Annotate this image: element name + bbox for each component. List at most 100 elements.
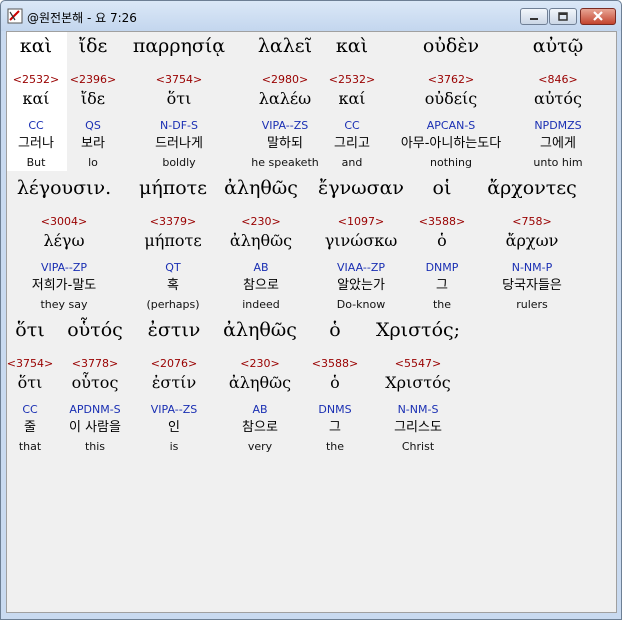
lemma-word: Χριστός — [385, 373, 451, 392]
parsing-code: VIPA--ZS — [150, 403, 198, 416]
greek-word: Χριστός; — [375, 319, 461, 341]
korean-gloss: 혹 — [167, 278, 179, 293]
greek-word: καὶ — [19, 35, 53, 57]
minimize-button[interactable] — [520, 8, 548, 25]
parsing-code: CC — [344, 119, 360, 132]
korean-gloss: 저희가-말도 — [31, 278, 97, 293]
lemma-word: ἄρχων — [505, 231, 559, 250]
lemma-word: καί — [22, 89, 50, 108]
strong-number-link[interactable]: <846> — [538, 74, 577, 85]
strong-number-link[interactable]: <3004> — [41, 216, 87, 227]
parsing-code: QT — [165, 261, 181, 274]
strong-number-link[interactable]: <3754> — [7, 358, 53, 369]
korean-gloss: 인 — [168, 420, 180, 435]
korean-gloss: 그리스도 — [394, 420, 442, 435]
strong-number-link[interactable]: <2076> — [151, 358, 197, 369]
window-title: @원전본해 - 요 7:26 — [27, 11, 137, 25]
strong-number-link[interactable]: <2980> — [262, 74, 308, 85]
greek-word: ἴδε — [78, 35, 108, 57]
english-gloss: boldly — [162, 156, 196, 169]
greek-word: μήποτε — [138, 177, 208, 199]
english-gloss: unto him — [533, 156, 583, 169]
lemma-word: μήποτε — [144, 231, 202, 250]
parsing-code: AB — [253, 261, 269, 274]
english-gloss: nothing — [430, 156, 472, 169]
greek-word: ὅτι — [15, 319, 45, 341]
strong-number-link[interactable]: <3379> — [150, 216, 196, 227]
korean-gloss: 말하되 — [267, 136, 303, 151]
strong-number-link[interactable]: <2396> — [70, 74, 116, 85]
parsing-code: N-NM-P — [511, 261, 553, 274]
maximize-button[interactable] — [549, 8, 577, 25]
korean-gloss: 그리고 — [334, 136, 370, 151]
greek-word: ἔγνωσαν — [318, 177, 404, 199]
close-button[interactable] — [580, 8, 616, 25]
strong-number-link[interactable]: <3588> — [312, 358, 358, 369]
english-gloss: that — [18, 440, 42, 453]
strong-number-link[interactable]: <1097> — [338, 216, 384, 227]
greek-word: αὐτῷ — [532, 35, 584, 57]
interlinear-pane[interactable]: καὶ <2532> καί CC 그러나 But ἴδε <2396> ἴδε QS 보라 lo πα… — [6, 31, 617, 613]
greek-word: ἐστιν — [147, 319, 201, 341]
parsing-code: VIPA--ZS — [261, 119, 309, 132]
korean-gloss: 그 — [436, 278, 448, 293]
lemma-word: οὗτος — [71, 373, 119, 392]
korean-gloss: 줄 — [24, 420, 36, 435]
parsing-code: VIAA--ZP — [337, 261, 385, 274]
lemma-word: ὁ — [437, 231, 447, 250]
strong-number-link[interactable]: <3754> — [156, 74, 202, 85]
strong-number-link[interactable]: <2532> — [329, 74, 375, 85]
english-gloss: is — [169, 440, 179, 453]
strong-number-link[interactable]: <5547> — [395, 358, 441, 369]
greek-word: οἱ — [432, 177, 452, 199]
greek-word: οὗτός — [67, 319, 123, 341]
english-gloss: Do-know — [336, 298, 386, 311]
strong-number-link[interactable]: <2532> — [13, 74, 59, 85]
strong-number-link[interactable]: <230> — [241, 216, 280, 227]
greek-word: ὁ — [329, 319, 341, 341]
strong-number-link[interactable]: <758> — [512, 216, 551, 227]
parsing-code: APCAN-S — [426, 119, 476, 132]
korean-gloss: 그 — [329, 420, 341, 435]
greek-word: οὐδὲν — [422, 35, 480, 57]
english-gloss: this — [84, 440, 106, 453]
korean-gloss: 참으로 — [242, 420, 278, 435]
strong-number-link[interactable]: <3588> — [419, 216, 465, 227]
lemma-word: ἀληθῶς — [228, 373, 292, 392]
lemma-word: λέγω — [43, 231, 85, 250]
parsing-code: NPDMZS — [534, 119, 582, 132]
korean-gloss: 그러나 — [18, 136, 54, 151]
parsing-code: QS — [85, 119, 101, 132]
korean-gloss: 드러나게 — [155, 136, 203, 151]
english-gloss: Christ — [401, 440, 435, 453]
korean-gloss: 보라 — [81, 136, 105, 151]
korean-gloss: 그에게 — [540, 136, 576, 151]
korean-gloss: 아무-아니하는도다 — [400, 136, 502, 151]
greek-word: λέγουσιν. — [16, 177, 112, 199]
parsing-code: DNMS — [318, 403, 352, 416]
parsing-code: VIPA--ZP — [40, 261, 88, 274]
korean-gloss: 당국자들은 — [502, 278, 562, 293]
strong-number-link[interactable]: <3762> — [428, 74, 474, 85]
app-book-icon — [7, 8, 23, 24]
strong-number-link[interactable]: <3778> — [72, 358, 118, 369]
parsing-code: N-DF-S — [160, 119, 198, 132]
korean-gloss: 알았는가 — [337, 278, 385, 293]
parsing-code: CC — [28, 119, 44, 132]
app-window: @원전본해 - 요 7:26 καὶ <2532> καί CC 그러나 But ἴδε <2… — [0, 0, 622, 620]
minimize-icon — [530, 18, 538, 20]
title-bar[interactable]: @원전본해 - 요 7:26 — [1, 1, 621, 31]
lemma-word: ἴδε — [80, 89, 106, 108]
strong-number-link[interactable]: <230> — [240, 358, 279, 369]
greek-word: ἀληθῶς — [223, 319, 297, 341]
lemma-word: γινώσκω — [324, 231, 398, 250]
close-icon — [593, 11, 603, 21]
english-gloss: he speaketh — [251, 156, 319, 169]
english-gloss: lo — [88, 156, 98, 169]
english-gloss: very — [247, 440, 273, 453]
lemma-word: ὅτι — [166, 89, 192, 108]
parsing-code: N-NM-S — [397, 403, 439, 416]
english-gloss: rulers — [516, 298, 548, 311]
greek-word: παρρησίᾳ — [132, 35, 226, 57]
lemma-word: ὅτι — [17, 373, 43, 392]
